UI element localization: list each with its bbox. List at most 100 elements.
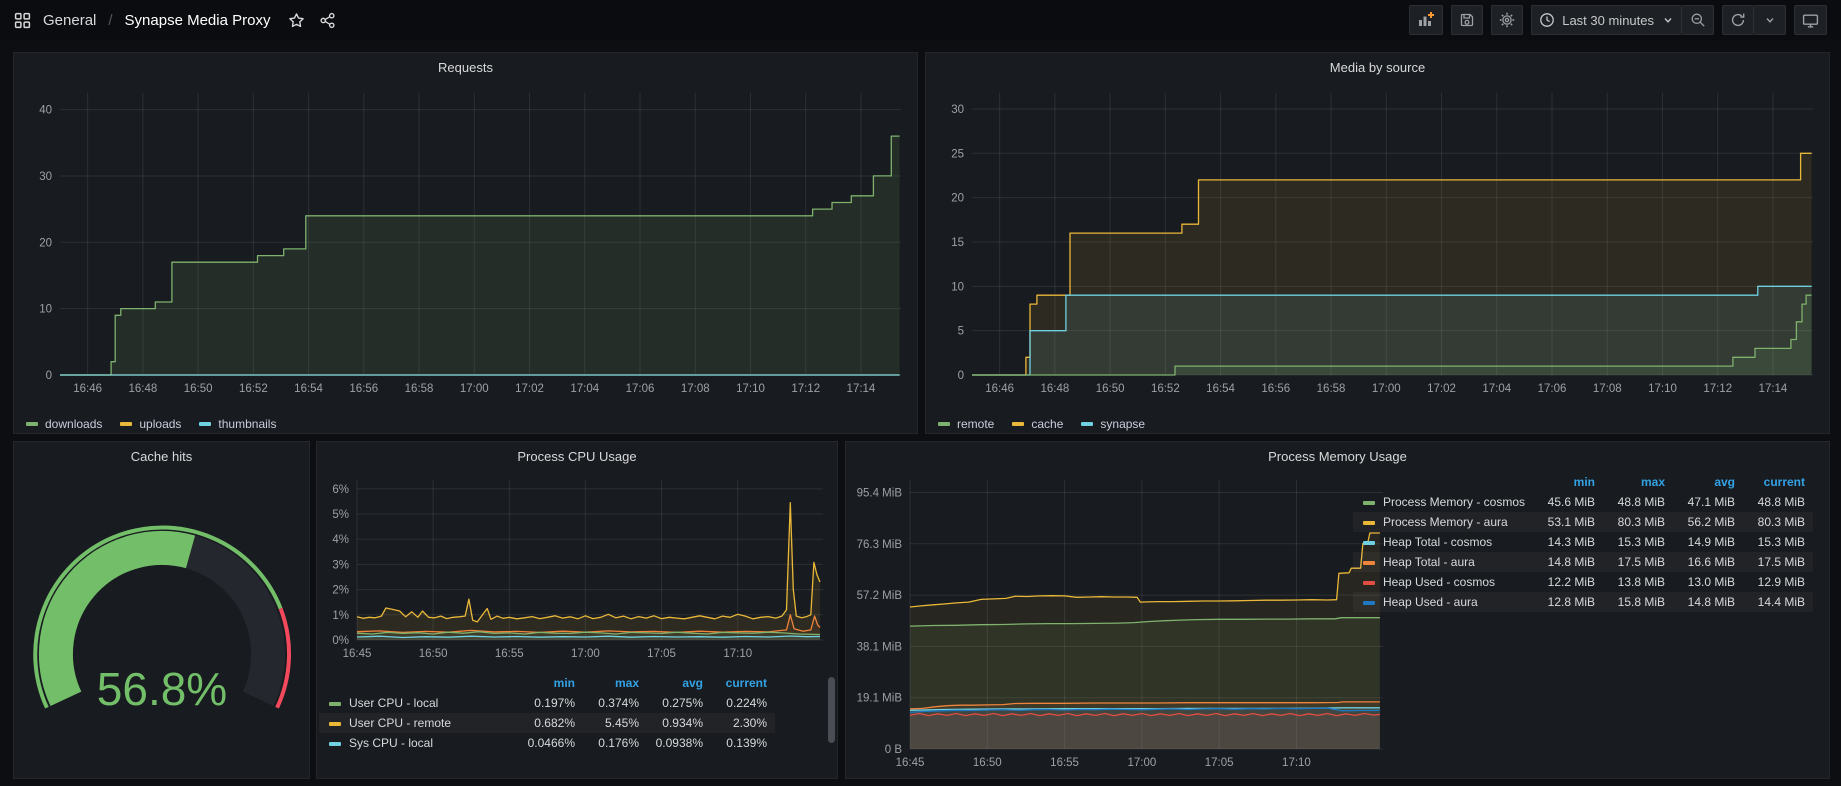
breadcrumb: General / Synapse Media Proxy (14, 12, 336, 29)
x-axis-tick-label: 17:00 (460, 383, 489, 395)
legend-value: 17.5 MiB (1603, 552, 1673, 572)
legend-scrollbar[interactable] (828, 677, 835, 743)
legend-item-downloads[interactable]: downloads (26, 417, 102, 431)
gear-icon (1499, 12, 1515, 28)
add-panel-button[interactable] (1409, 5, 1443, 35)
series-name[interactable]: Heap Used - cosmos (1383, 575, 1495, 589)
panel-title[interactable]: Cache hits (14, 442, 309, 470)
legend-column-avg[interactable]: avg (647, 673, 711, 693)
series-name[interactable]: User CPU - local (349, 696, 438, 710)
legend-value: 12.2 MiB (1533, 572, 1603, 592)
legend-swatch (1363, 561, 1375, 565)
legend-item-remote[interactable]: remote (938, 417, 994, 431)
breadcrumb-section[interactable]: General (43, 12, 96, 29)
legend-value: 48.8 MiB (1603, 492, 1673, 512)
time-range-picker[interactable]: Last 30 minutes (1531, 5, 1682, 35)
x-axis-tick-label: 16:55 (495, 648, 524, 660)
refresh-interval-caret[interactable] (1754, 5, 1786, 35)
panel-title[interactable]: Requests (14, 53, 917, 81)
y-axis-tick-label: 5% (332, 509, 349, 521)
time-range-label: Last 30 minutes (1562, 13, 1654, 28)
panel-title[interactable]: Process Memory Usage (846, 442, 1829, 470)
y-axis-tick-label: 30 (951, 104, 964, 116)
x-axis-tick-label: 16:52 (239, 383, 268, 395)
legend-value: 45.6 MiB (1533, 492, 1603, 512)
y-axis-tick-label: 1% (332, 610, 349, 622)
x-axis-tick-label: 17:02 (1427, 383, 1456, 395)
cycle-view-mode-button[interactable] (1794, 5, 1827, 35)
legend-item-uploads[interactable]: uploads (120, 417, 181, 431)
y-axis-tick-label: 2% (332, 585, 349, 597)
media-by-source-chart[interactable]: 05101520253016:4616:4816:5016:5216:5416:… (926, 81, 1829, 410)
share-icon[interactable] (319, 12, 336, 29)
legend-item-synapse[interactable]: synapse (1081, 417, 1145, 431)
process-cpu-legend-table: minmaxavgcurrentUser CPU - local0.197%0.… (317, 671, 837, 753)
legend-swatch (199, 422, 211, 426)
x-axis-tick-label: 17:12 (1703, 383, 1732, 395)
legend-value: 0.139% (711, 733, 775, 753)
y-axis-tick-label: 57.2 MiB (857, 590, 903, 602)
requests-chart[interactable]: 01020304016:4616:4816:5016:5216:5416:561… (14, 81, 917, 410)
x-axis-tick-label: 16:54 (1206, 383, 1235, 395)
legend-swatch (1363, 541, 1375, 545)
legend-label: synapse (1100, 417, 1145, 431)
legend-value: 0.176% (583, 733, 647, 753)
series-name[interactable]: Sys CPU - local (349, 736, 433, 750)
add-panel-icon (1417, 11, 1435, 29)
tv-icon (1802, 12, 1819, 29)
legend-value: 13.0 MiB (1673, 572, 1743, 592)
legend-swatch (1012, 422, 1024, 426)
dashboard-settings-button[interactable] (1491, 5, 1523, 35)
dashboard-title[interactable]: Synapse Media Proxy (125, 12, 271, 29)
legend-item-cache[interactable]: cache (1012, 417, 1063, 431)
panel-title[interactable]: Process CPU Usage (317, 442, 837, 470)
legend-swatch (26, 422, 38, 426)
legend-column-min[interactable]: min (519, 673, 583, 693)
zoom-out-button[interactable] (1682, 5, 1714, 35)
y-axis-tick-label: 40 (39, 105, 52, 117)
series-name[interactable]: Process Memory - aura (1383, 515, 1508, 529)
panel-title[interactable]: Media by source (926, 53, 1829, 81)
legend-value: 0.374% (583, 693, 647, 713)
save-dashboard-button[interactable] (1451, 5, 1483, 35)
y-axis-tick-label: 3% (332, 559, 349, 571)
x-axis-tick-label: 17:05 (647, 648, 676, 660)
legend-column-current[interactable]: current (1743, 472, 1813, 492)
y-axis-tick-label: 10 (951, 281, 964, 293)
x-axis-tick-label: 17:14 (1759, 383, 1788, 395)
refresh-button[interactable] (1722, 5, 1754, 35)
x-axis-tick-label: 17:10 (736, 383, 765, 395)
series-name[interactable]: Heap Total - cosmos (1383, 535, 1492, 549)
y-axis-tick-label: 76.3 MiB (857, 539, 903, 551)
legend-value: 5.45% (583, 713, 647, 733)
breadcrumb-separator: / (108, 12, 112, 29)
legend-row: Process Memory - cosmos45.6 MiB48.8 MiB4… (1353, 492, 1813, 512)
legend-value: 16.6 MiB (1673, 552, 1743, 572)
series-name[interactable]: User CPU - remote (349, 716, 451, 730)
legend-item-thumbnails[interactable]: thumbnails (199, 417, 276, 431)
apps-grid-icon[interactable] (14, 12, 31, 29)
series-name[interactable]: Heap Total - aura (1383, 555, 1475, 569)
y-axis-tick-label: 0 (958, 370, 964, 382)
legend-value: 0.682% (519, 713, 583, 733)
requests-svg: 01020304016:4616:4816:5016:5216:5416:561… (14, 81, 917, 405)
legend-row: Heap Total - cosmos14.3 MiB15.3 MiB14.9 … (1353, 532, 1813, 552)
legend-column-current[interactable]: current (711, 673, 775, 693)
legend-column-min[interactable]: min (1533, 472, 1603, 492)
gauge-value: 56.8% (96, 663, 226, 715)
process-cpu-chart[interactable]: 0%1%2%3%4%5%6%16:4516:5016:5517:0017:051… (317, 470, 837, 671)
star-icon[interactable] (288, 12, 305, 29)
legend-row: Process Memory - aura53.1 MiB80.3 MiB56.… (1353, 512, 1813, 532)
y-axis-tick-label: 10 (39, 304, 52, 316)
legend-label: downloads (45, 417, 102, 431)
x-axis-tick-label: 17:00 (1372, 383, 1401, 395)
legend-column-max[interactable]: max (1603, 472, 1673, 492)
y-axis-tick-label: 25 (951, 148, 964, 160)
series-name[interactable]: Heap Used - aura (1383, 595, 1478, 609)
legend-column-max[interactable]: max (583, 673, 647, 693)
legend-column-avg[interactable]: avg (1673, 472, 1743, 492)
series-name[interactable]: Process Memory - cosmos (1383, 495, 1525, 509)
legend-value: 12.8 MiB (1533, 592, 1603, 612)
y-axis-tick-label: 4% (332, 534, 349, 546)
process-memory-legend-table: minmaxavgcurrent Process Memory - cosmos 4… (1353, 472, 1813, 612)
